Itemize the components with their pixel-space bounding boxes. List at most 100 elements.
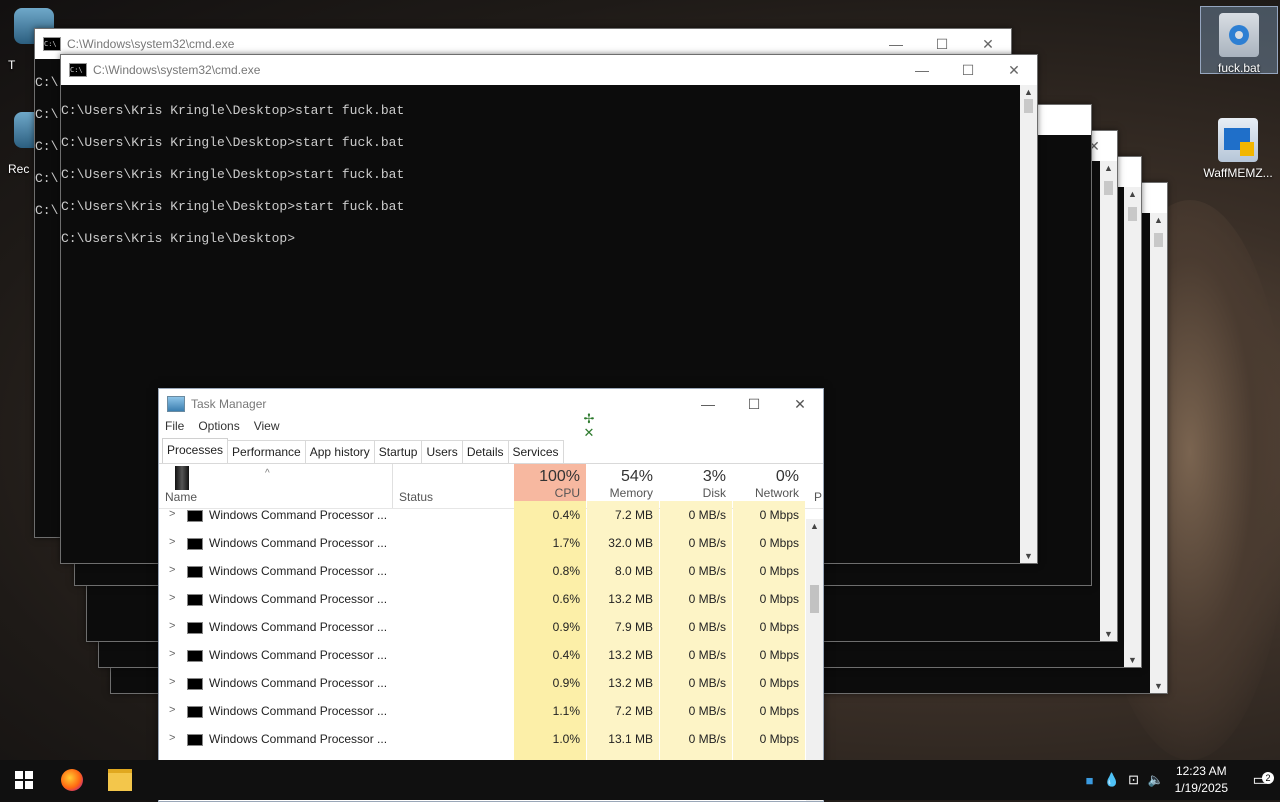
window-title: C:\Windows\system32\cmd.exe xyxy=(93,63,261,77)
table-row[interactable]: > Windows Command Processor ... 1.7% 32.0 M… xyxy=(159,529,823,557)
close-button[interactable]: ✕ xyxy=(965,36,1011,53)
cmd-process-icon xyxy=(187,510,203,522)
network-icon[interactable]: ⊡ xyxy=(1123,772,1145,788)
clock-time: 12:23 AM xyxy=(1175,764,1227,778)
table-row[interactable]: > Windows Command Processor ... 1.1% 7.2 MB… xyxy=(159,697,823,725)
scroll-thumb[interactable] xyxy=(1104,181,1113,195)
scrollbar[interactable]: ▲ ▼ xyxy=(1150,213,1167,693)
scroll-up-arrow[interactable]: ▲ xyxy=(1124,189,1141,199)
table-row[interactable]: > Windows Command Processor ... 0.8% 8.0 MB… xyxy=(159,557,823,585)
scroll-thumb[interactable] xyxy=(810,585,819,613)
process-name: Windows Command Processor ... xyxy=(209,508,388,522)
tab-services[interactable]: Services xyxy=(507,440,564,463)
table-row[interactable]: > Windows Command Processor ... 0.6% 13.2 M… xyxy=(159,585,823,613)
minimize-button[interactable]: — xyxy=(685,396,731,412)
volume-icon[interactable]: 🔈 xyxy=(1145,772,1167,788)
disk-cell: 0 MB/s xyxy=(660,557,732,585)
task-manager-window[interactable]: Task Manager — ☐ ✕ File Options View Pro… xyxy=(158,388,824,802)
minimize-button[interactable]: — xyxy=(873,36,919,52)
window-titlebar[interactable]: C:\ C:\Windows\system32\cmd.exe — ☐ ✕ xyxy=(61,55,1037,85)
window-title: C:\Windows\system32\cmd.exe xyxy=(67,37,235,51)
app-tray-icon[interactable]: ■ xyxy=(1079,773,1101,788)
tab-users[interactable]: Users xyxy=(421,440,463,463)
maximize-button[interactable]: ☐ xyxy=(919,36,965,53)
tab-startup[interactable]: Startup xyxy=(373,440,423,463)
memory-percent: 54% xyxy=(620,468,653,485)
file-explorer-icon xyxy=(108,769,132,791)
scroll-thumb[interactable] xyxy=(1128,207,1137,221)
disk-cell: 0 MB/s xyxy=(660,641,732,669)
scrollbar[interactable]: ▲ ▼ xyxy=(1124,187,1141,667)
start-button[interactable] xyxy=(0,760,48,800)
cmd-app-icon: C:\ xyxy=(43,37,61,51)
network-cell: 0 Mbps xyxy=(733,641,805,669)
taskbar-file-explorer[interactable] xyxy=(96,760,144,800)
mistletoe-icon: ✢ ✕ xyxy=(583,411,595,440)
action-center-button[interactable]: ▭ 2 xyxy=(1240,770,1280,790)
cmd-process-icon xyxy=(187,678,203,690)
expand-chevron-icon[interactable]: > xyxy=(169,620,175,632)
expand-chevron-icon[interactable]: > xyxy=(169,536,175,548)
scroll-down-arrow[interactable]: ▼ xyxy=(1020,551,1037,561)
table-row[interactable]: > Windows Command Processor ... 0.9% 13.2 M… xyxy=(159,669,823,697)
tab-performance[interactable]: Performance xyxy=(227,440,306,463)
scrollbar[interactable]: ▲ ▼ xyxy=(1100,161,1117,641)
scroll-down-arrow[interactable]: ▼ xyxy=(1124,655,1141,665)
table-row[interactable]: > Windows Command Processor ... 0.4% 13.2 M… xyxy=(159,641,823,669)
cmd-process-icon xyxy=(187,538,203,550)
menu-view[interactable]: View xyxy=(254,419,280,437)
close-button[interactable]: ✕ xyxy=(991,62,1037,79)
tab-processes[interactable]: Processes xyxy=(162,438,229,463)
maximize-button[interactable]: ☐ xyxy=(945,62,991,79)
memory-cell: 32.0 MB xyxy=(587,529,659,557)
taskbar-firefox[interactable] xyxy=(48,760,96,800)
scroll-down-arrow[interactable]: ▼ xyxy=(1150,681,1167,691)
minimize-button[interactable]: — xyxy=(899,62,945,78)
table-row[interactable]: > Windows Command Processor ... 1.0% 13.1 M… xyxy=(159,725,823,753)
expand-chevron-icon[interactable]: > xyxy=(169,676,175,688)
window-titlebar[interactable]: Task Manager — ☐ ✕ xyxy=(159,389,823,419)
scrollbar[interactable]: ▲ xyxy=(806,519,823,801)
scroll-thumb[interactable] xyxy=(1024,99,1033,113)
scrollbar[interactable]: ▲ ▼ xyxy=(1020,85,1037,563)
expand-chevron-icon[interactable]: > xyxy=(169,648,175,660)
scroll-up-arrow[interactable]: ▲ xyxy=(1150,215,1167,225)
table-row[interactable]: > Windows Command Processor ... 0.9% 7.9 MB… xyxy=(159,613,823,641)
tab-app-history[interactable]: App history xyxy=(304,440,375,463)
disk-label: Disk xyxy=(702,486,726,500)
task-manager-icon xyxy=(167,396,185,412)
clock[interactable]: 12:23 AM 1/19/2025 xyxy=(1175,763,1228,797)
network-cell: 0 Mbps xyxy=(733,585,805,613)
desktop-icon-label: WaffMEMZ... xyxy=(1203,166,1273,180)
menu-options[interactable]: Options xyxy=(198,419,239,437)
droplet-icon[interactable]: 💧 xyxy=(1101,772,1123,788)
process-name: Windows Command Processor ... xyxy=(209,676,388,690)
table-row[interactable]: > Windows Command Processor ... 0.4% 7.2 MB… xyxy=(159,501,823,529)
expand-chevron-icon[interactable]: > xyxy=(169,704,175,716)
network-cell: 0 Mbps xyxy=(733,529,805,557)
desktop-icon-fuck-bat[interactable]: fuck.bat xyxy=(1200,6,1278,75)
disk-cell: 0 MB/s xyxy=(660,529,732,557)
memory-cell: 7.9 MB xyxy=(587,613,659,641)
scroll-up-arrow[interactable]: ▲ xyxy=(806,521,823,531)
scroll-thumb[interactable] xyxy=(1154,233,1163,247)
scroll-up-arrow[interactable]: ▲ xyxy=(1100,163,1117,173)
cpu-cell: 1.1% xyxy=(514,697,586,725)
expand-chevron-icon[interactable]: > xyxy=(169,732,175,744)
cpu-cell: 0.9% xyxy=(514,613,586,641)
expand-chevron-icon[interactable]: > xyxy=(169,508,175,520)
close-button[interactable]: ✕ xyxy=(777,396,823,413)
cpu-cell: 0.8% xyxy=(514,557,586,585)
expand-chevron-icon[interactable]: > xyxy=(169,592,175,604)
maximize-button[interactable]: ☐ xyxy=(731,396,777,413)
scroll-up-arrow[interactable]: ▲ xyxy=(1020,87,1037,97)
process-list[interactable]: > Windows Command Processor ... 0.4% 7.2 MB… xyxy=(159,501,823,781)
tab-details[interactable]: Details xyxy=(461,440,509,463)
cpu-cell: 0.9% xyxy=(514,669,586,697)
expand-chevron-icon[interactable]: > xyxy=(169,564,175,576)
process-name: Windows Command Processor ... xyxy=(209,648,388,662)
cpu-cell: 0.4% xyxy=(514,641,586,669)
scroll-down-arrow[interactable]: ▼ xyxy=(1100,629,1117,639)
desktop-icon-waffmemz[interactable]: WaffMEMZ... xyxy=(1200,112,1276,180)
menu-file[interactable]: File xyxy=(165,419,184,437)
